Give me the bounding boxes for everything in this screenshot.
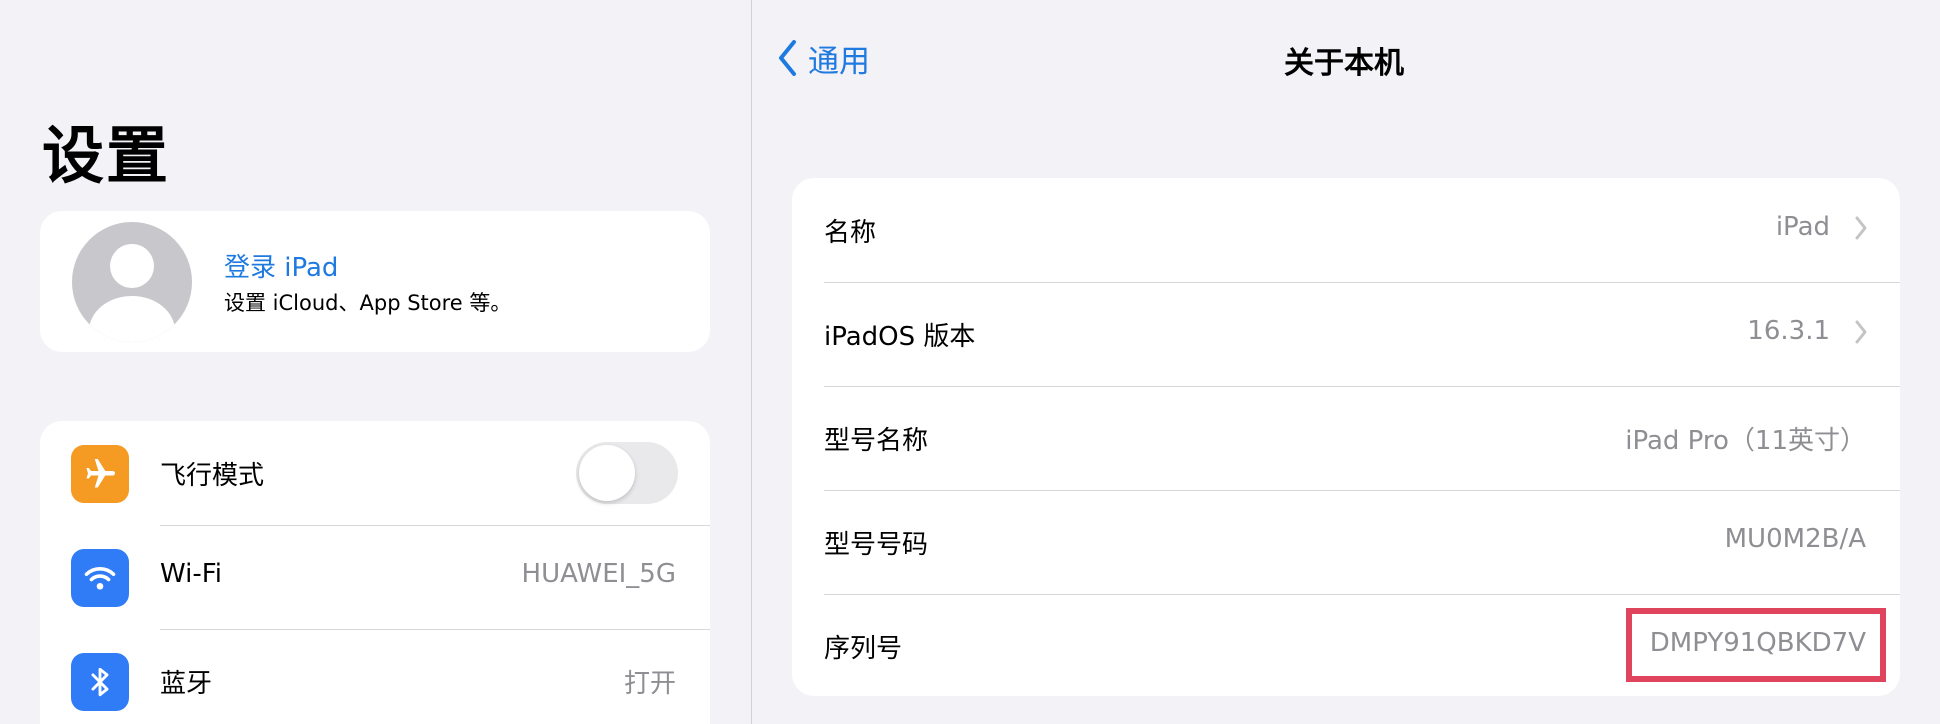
sidebar-item-label: 飞行模式: [160, 461, 265, 491]
pane-divider: [751, 0, 752, 724]
sidebar-item-wifi[interactable]: Wi-Fi HUAWEI_5G: [40, 525, 710, 629]
settings-app: 设置 登录 iPad 设置 iCloud、App Store 等。 飞行模式 W…: [0, 0, 1940, 724]
about-row-os-version[interactable]: iPadOS 版本 16.3.1: [792, 282, 1900, 386]
sidebar-item-label: Wi-Fi: [160, 559, 223, 589]
back-button-label: 通用: [808, 43, 870, 80]
toggle-knob: [579, 445, 635, 501]
about-row-name[interactable]: 名称 iPad: [792, 178, 1900, 282]
serial-number-highlight: [1626, 608, 1886, 682]
sidebar: 设置 登录 iPad 设置 iCloud、App Store 等。 飞行模式 W…: [0, 0, 751, 724]
sidebar-item-airplane-mode[interactable]: 飞行模式: [40, 421, 710, 525]
settings-list: 飞行模式 Wi-Fi HUAWEI_5G 蓝牙 打开: [40, 421, 710, 724]
about-row-label: 序列号: [824, 634, 903, 664]
bluetooth-status-value: 打开: [623, 669, 676, 699]
sign-in-title[interactable]: 登录 iPad: [224, 247, 338, 284]
about-row-value: 16.3.1: [1747, 316, 1830, 346]
wifi-icon: [71, 549, 129, 607]
page-title: 关于本机: [1284, 46, 1404, 81]
sidebar-item-bluetooth[interactable]: 蓝牙 打开: [40, 629, 710, 724]
chevron-right-icon: [1855, 320, 1867, 344]
sidebar-item-label: 蓝牙: [160, 669, 213, 699]
about-row-model-name: 型号名称 iPad Pro（11英寸）: [792, 386, 1900, 490]
chevron-left-icon: [779, 40, 796, 76]
about-row-label: 名称: [824, 218, 877, 248]
back-button[interactable]: 通用: [776, 34, 870, 82]
about-row-label: 型号名称: [824, 426, 929, 456]
about-row-label: iPadOS 版本: [824, 322, 976, 352]
chevron-right-icon: [1855, 216, 1867, 240]
about-row-value: iPad Pro（11英寸）: [1625, 426, 1866, 456]
airplane-icon: [71, 445, 129, 503]
avatar: [72, 222, 192, 342]
sidebar-title: 设置: [42, 119, 171, 192]
sign-in-card[interactable]: 登录 iPad 设置 iCloud、App Store 等。: [40, 211, 710, 352]
about-row-label: 型号号码: [824, 530, 929, 560]
about-row-value: iPad: [1775, 212, 1830, 242]
bluetooth-icon: [71, 653, 129, 711]
sign-in-subtitle: 设置 iCloud、App Store 等。: [224, 291, 512, 315]
wifi-network-value: HUAWEI_5G: [521, 559, 676, 589]
about-row-model-number[interactable]: 型号号码 MU0M2B/A: [792, 490, 1900, 594]
about-row-value: MU0M2B/A: [1724, 524, 1866, 554]
airplane-mode-toggle[interactable]: [576, 442, 678, 504]
